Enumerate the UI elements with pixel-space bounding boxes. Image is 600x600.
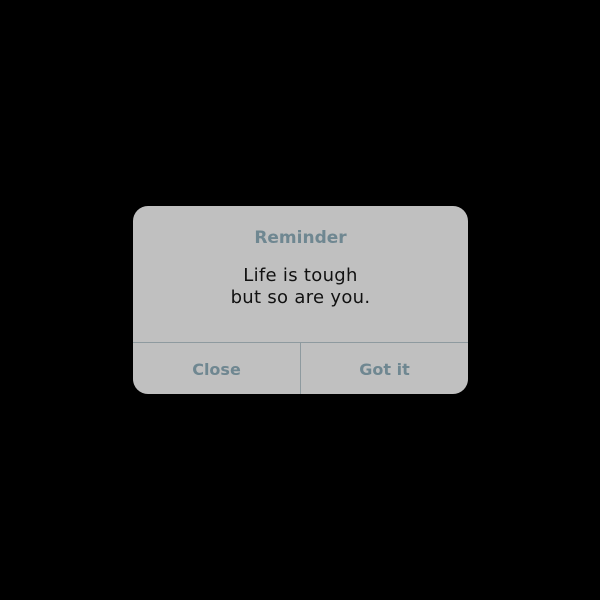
close-button[interactable]: Close (133, 343, 300, 394)
dialog-message-line-2: but so are you. (230, 287, 371, 308)
got-it-button[interactable]: Got it (300, 343, 468, 394)
dialog-actions: Close Got it (133, 342, 468, 394)
dialog-message-line-1: Life is tough (243, 265, 358, 286)
dialog-title: Reminder (254, 228, 347, 248)
dialog-message: Life is tough but so are you. (133, 265, 468, 309)
reminder-dialog: Reminder Life is tough but so are you. C… (133, 206, 468, 394)
